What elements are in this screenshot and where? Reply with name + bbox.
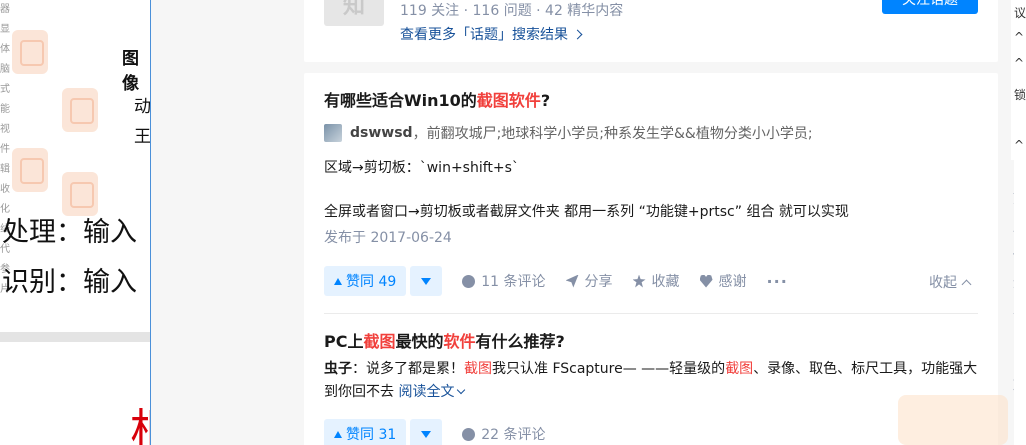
chevron-right-icon — [572, 29, 583, 40]
chevron-down-icon — [457, 385, 466, 395]
author-name[interactable]: dswwsd — [350, 125, 413, 141]
strip-char: 能 — [0, 104, 10, 115]
downvote-button[interactable] — [410, 266, 443, 296]
comments-label: 22 条评论 — [481, 427, 546, 443]
excerpt-text: ：说多了都是累！ — [352, 361, 464, 377]
read-more-link[interactable]: 阅读全文 — [398, 384, 466, 400]
share-label: 分享 — [584, 274, 613, 290]
excerpt-text: 我只认准 FScapture— ——轻量级的 — [492, 361, 726, 377]
comment-icon — [462, 427, 476, 441]
doc-divider — [0, 332, 152, 342]
thanks-label: 感谢 — [718, 274, 747, 290]
strip-char: 显 — [0, 24, 10, 35]
answer-actions: 赞同 31 22 条评论 — [324, 418, 978, 445]
seal-stamp — [12, 148, 48, 192]
topic-stats: 119 关注 · 116 问题 · 42 精华内容 — [400, 3, 624, 19]
favorite-button[interactable]: 收藏 — [632, 271, 680, 291]
strip-char: 体 — [0, 44, 10, 55]
follow-topic-button[interactable]: 关注话题 — [882, 0, 978, 14]
edge-char: ^ — [1014, 56, 1025, 70]
topic-card: 知 119 关注 · 116 问题 · 42 精华内容 查看更多「话题」搜索结果… — [304, 0, 998, 62]
answer-item: 有哪些适合Win10的截图软件? dswwsd ，前翻攻城尸;地球科学小学员;种… — [324, 73, 978, 297]
right-edge-window: 议 ^ ^ 锁 ^ — [1014, 0, 1026, 445]
downvote-button[interactable] — [410, 419, 443, 445]
excerpt-highlight: 截图 — [464, 361, 492, 377]
seal-stamp — [12, 30, 48, 74]
upvote-button[interactable]: 赞同 49 — [324, 266, 407, 296]
topic-more-label: 查看更多「话题」搜索结果 — [400, 27, 568, 43]
excerpt-highlight: 截图 — [725, 361, 754, 377]
favorite-label: 收藏 — [651, 274, 680, 290]
title-highlight: 截图 — [363, 332, 396, 351]
answer-line: 全屏或者窗口→剪切板或者截屏文件夹 都用一系列 “功能键+prtsc” 组合 就… — [324, 204, 849, 220]
share-icon — [565, 274, 579, 288]
question-title[interactable]: PC上截图最快的软件有什么推荐? — [324, 330, 978, 354]
edge-char: ^ — [1014, 138, 1025, 152]
doc-heading: 图像 — [122, 49, 139, 94]
downvote-icon — [421, 430, 432, 438]
edge-char: 议 — [1014, 6, 1026, 20]
upvote-icon — [334, 430, 342, 438]
topic-more-link[interactable]: 查看更多「话题」搜索结果 — [400, 24, 583, 44]
strip-char: 脑 — [0, 64, 10, 75]
comment-icon — [462, 274, 476, 288]
zhihu-window: 知 119 关注 · 116 问题 · 42 精华内容 查看更多「话题」搜索结果… — [150, 0, 1026, 445]
doc-line: 处理：输入 — [2, 217, 137, 248]
share-button[interactable]: 分享 — [565, 271, 613, 291]
title-text: ? — [540, 91, 551, 110]
thanks-button[interactable]: 感谢 — [699, 271, 747, 291]
more-options-icon[interactable]: ··· — [767, 272, 788, 291]
title-text: 最快的 — [395, 332, 444, 351]
author-bio: ，前翻攻城尸;地球科学小学员;种系发生学&&植物分类小小学员; — [412, 126, 813, 142]
upvote-button[interactable]: 赞同 31 — [324, 419, 407, 445]
strip-char: 器 — [0, 4, 10, 15]
chevron-up-icon — [961, 279, 972, 290]
background-document: 器 显 体 脑 式 能 视 件 辑 收 化 线 代 参 片 图像 动 王 处理：… — [0, 0, 152, 445]
strip-char: 视 — [0, 124, 10, 135]
strip-char: 件 — [0, 144, 10, 155]
question-title[interactable]: 有哪些适合Win10的截图软件? — [324, 89, 978, 113]
collapse-button[interactable]: 收起 — [929, 272, 972, 292]
background-stamp-fragment — [898, 395, 1008, 445]
answer-line: 区域→剪切板：`win+shift+s` — [324, 160, 519, 176]
doc-line: 识别：输入 — [2, 267, 137, 298]
comments-label: 11 条评论 — [481, 274, 546, 290]
excerpt-author: 虫子 — [324, 361, 352, 377]
title-highlight: 截图软件 — [476, 91, 541, 110]
comments-button[interactable]: 11 条评论 — [462, 271, 546, 291]
strip-char: 式 — [0, 84, 10, 95]
comments-button[interactable]: 22 条评论 — [462, 424, 546, 444]
title-highlight: 软件 — [443, 332, 476, 351]
heart-icon — [699, 274, 713, 288]
title-text: 有哪些适合Win10的 — [324, 91, 477, 110]
doc-text: 动 — [134, 97, 151, 117]
collapse-label: 收起 — [929, 275, 957, 291]
answer-item: PC上截图最快的软件有什么推荐? 虫子：说多了都是累！截图我只认准 FScapt… — [324, 313, 978, 445]
publish-date: 发布于 2017-06-24 — [324, 230, 452, 246]
strip-char: 收 — [0, 184, 10, 195]
edge-char: 锁 — [1014, 88, 1026, 102]
doc-text: 王 — [134, 127, 151, 147]
answer-actions: 赞同 49 11 条评论 分享 收藏 感谢 ··· 收起 — [324, 265, 978, 297]
author-info: dswwsd ，前翻攻城尸;地球科学小学员;种系发生学&&植物分类小小学员; — [324, 123, 978, 143]
star-icon — [632, 274, 646, 288]
answer-excerpt[interactable]: 虫子：说多了都是累！截图我只认准 FScapture— ——轻量级的截图、录像、… — [324, 358, 978, 404]
edge-char: ^ — [1014, 30, 1025, 44]
upvote-label: 赞同 49 — [346, 274, 397, 290]
title-text: 有什么推荐? — [475, 332, 565, 351]
read-more-label: 阅读全文 — [398, 384, 455, 400]
topic-thumbnail[interactable]: 知 — [324, 0, 384, 26]
seal-stamp — [62, 88, 98, 132]
upvote-icon — [334, 277, 342, 285]
strip-char: 辑 — [0, 164, 10, 175]
search-results-card: 有哪些适合Win10的截图软件? dswwsd ，前翻攻城尸;地球科学小学员;种… — [304, 73, 998, 445]
upvote-label: 赞同 31 — [346, 427, 397, 443]
title-text: PC上 — [324, 332, 364, 351]
doc-red-heading: 根据原图来绘制效果图 — [130, 395, 152, 445]
avatar[interactable] — [324, 124, 342, 142]
downvote-icon — [421, 277, 432, 285]
